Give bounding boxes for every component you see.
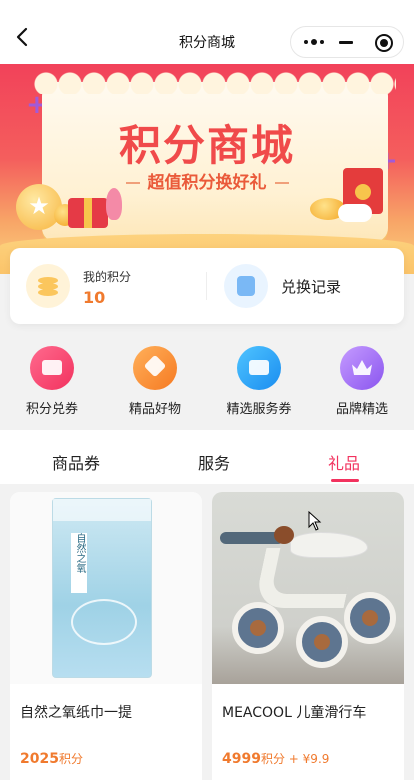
crown-icon — [340, 346, 384, 390]
bike-wheel — [344, 592, 396, 644]
diamond-icon — [133, 346, 177, 390]
product-name: 自然之氧纸巾一提 — [20, 705, 132, 721]
tissue-pack-label: 自然之氧 — [71, 533, 87, 593]
product-card[interactable]: 自然之氧 自然之氧纸巾一提 2025积分 — [10, 492, 202, 780]
product-price: 2025积分 — [20, 751, 83, 767]
quick-entry-brand-picks[interactable]: 品牌精选 — [312, 346, 412, 420]
bike-frame — [253, 548, 357, 608]
active-tab-indicator — [331, 479, 359, 482]
quick-entry-label: 精品好物 — [128, 402, 181, 417]
product-card[interactable]: MEACOOL 儿童滑行车 4999积分 + ¥9.9 — [212, 492, 404, 780]
hero-banner: + + 积分商城 超值积分换好礼 — [0, 64, 414, 274]
banner-title: 积分商城 — [118, 121, 295, 170]
minimize-icon[interactable] — [339, 41, 353, 44]
coins-stack-icon — [26, 264, 70, 308]
bike-grip — [274, 526, 294, 544]
quick-entry-label: 品牌精选 — [335, 402, 388, 417]
category-tabs: 商品券 服务 礼品 — [0, 430, 414, 484]
tree-decoration-icon — [106, 188, 122, 220]
bike-wheel — [296, 616, 348, 668]
points-value: 10 — [83, 288, 106, 307]
quick-entry-label: 积分兑券 — [25, 402, 78, 417]
star-coin-icon — [16, 184, 62, 230]
more-dots-icon[interactable] — [299, 27, 329, 57]
quick-entry-row: 积分兑券 精品好物 精选服务券 品牌精选 — [0, 346, 414, 426]
cloud-decoration-icon — [338, 204, 372, 222]
record-close-icon[interactable] — [375, 34, 393, 52]
yen-coupon-icon — [237, 346, 281, 390]
quick-entry-service-coupons[interactable]: 精选服务券 — [209, 346, 309, 420]
quick-entry-label: 精选服务券 — [226, 402, 292, 417]
quick-entry-fine-goods[interactable]: 精品好物 — [105, 346, 205, 420]
product-name: MEACOOL 儿童滑行车 — [222, 705, 367, 721]
mouse-cursor-icon — [308, 511, 322, 531]
points-label: 我的积分 — [83, 270, 132, 284]
gift-box-icon — [68, 198, 108, 228]
divider — [206, 272, 207, 300]
product-price: 4999积分 + ¥9.9 — [222, 751, 330, 767]
exchange-records-link[interactable]: 兑换记录 — [281, 276, 341, 297]
points-card: 我的积分 10 兑换记录 — [10, 248, 404, 324]
mini-program-capsule — [290, 26, 404, 58]
tissue-pack: 自然之氧 — [52, 498, 152, 678]
tissue-pack-image: 自然之氧 — [10, 492, 202, 684]
navbar: 积分商城 — [0, 0, 414, 64]
bike-wheel — [232, 602, 284, 654]
ticket-icon — [30, 346, 74, 390]
record-list-icon[interactable] — [224, 264, 268, 308]
tab-product-coupons[interactable]: 商品券 — [52, 450, 100, 474]
quick-entry-coupon-exchange[interactable]: 积分兑券 — [2, 346, 102, 420]
tab-services[interactable]: 服务 — [198, 450, 230, 474]
tab-gifts[interactable]: 礼品 — [328, 450, 360, 474]
